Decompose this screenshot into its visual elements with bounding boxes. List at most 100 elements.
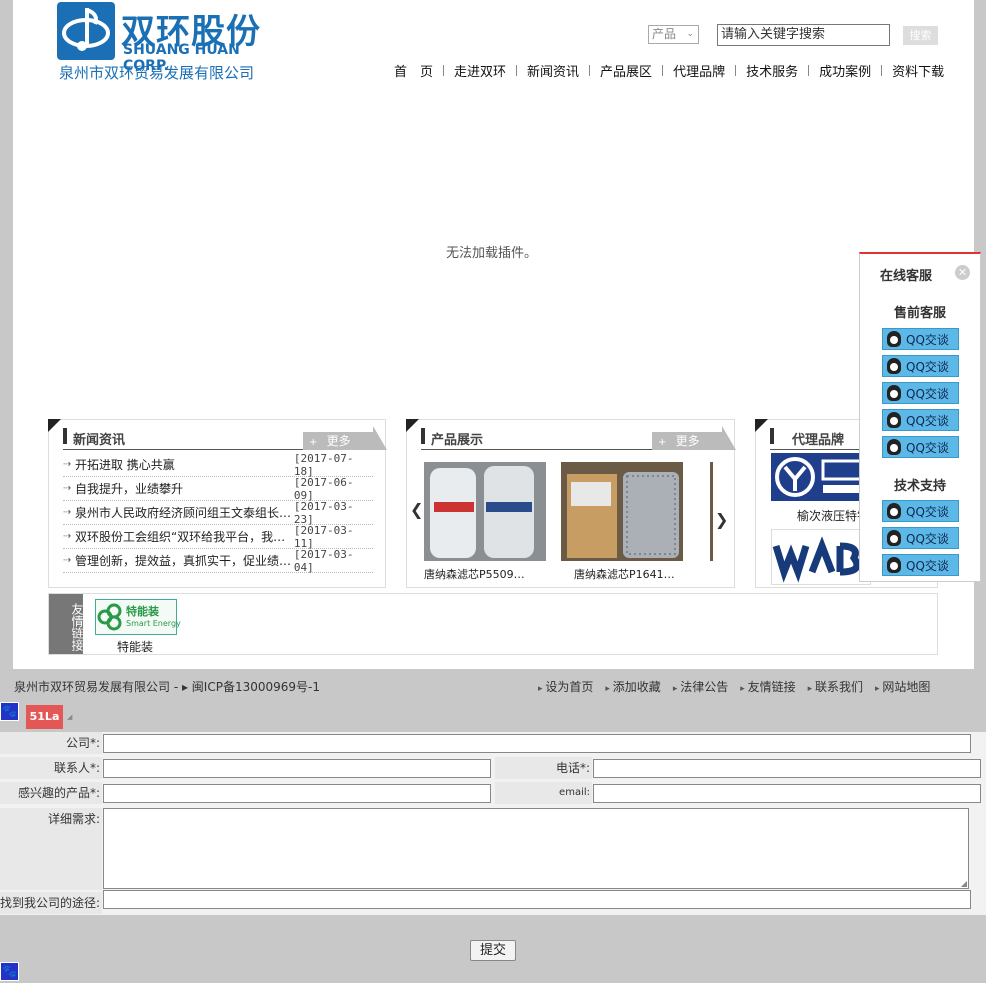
panel-corner-mark [48,419,61,432]
footer-link-friends[interactable]: 友情链接 [740,678,796,695]
arrow-icon: ⇢ [63,483,72,494]
carousel-prev-button[interactable]: ❮ [410,500,423,519]
qq-chat-label: QQ交谈 [906,359,949,374]
qq-chat-label: QQ交谈 [906,531,949,546]
news-date: [2017-03-23] [293,499,354,526]
qq-chat-button[interactable]: QQ交谈 [882,554,959,576]
list-item[interactable]: ⇢ 自我提升，业绩攀升 [2017-06-09] [63,475,373,502]
search-category-value: 产品 [652,27,677,41]
qq-chat-label: QQ交谈 [906,332,949,347]
footer-link-sitemap[interactable]: 网站地图 [875,678,930,695]
company-field[interactable] [103,734,971,753]
baidu-paw-icon[interactable]: 🐾 [0,962,19,981]
news-title[interactable]: 泉州市人民政府经济顾问组王文泰组长… [75,504,294,521]
news-title[interactable]: 开拓进取 携心共赢 [75,456,294,473]
tech-support-heading: 技术支持 [893,479,946,494]
source-label: 找到我公司的途径: [0,892,102,914]
search-category-select[interactable]: 产品 ⌄ [648,25,699,44]
footer-link-contact[interactable]: 联系我们 [808,678,863,695]
nav-item-home[interactable]: 首 页 [384,61,443,80]
carousel-next-button[interactable]: ❯ [715,510,728,529]
baidu-paw-icon[interactable]: 🐾 [0,702,19,721]
search-button[interactable]: 搜索 [903,26,938,45]
brand-logo-yuci[interactable] [771,453,871,501]
footer-link-bookmark[interactable]: 添加收藏 [605,678,661,695]
friend-link-name[interactable]: 特能装 [117,638,153,655]
friend-logo[interactable]: 特能装 Smart Energy [95,599,181,635]
nav-item-products[interactable]: 产品展区 [590,61,662,80]
email-label: email: [495,782,592,804]
email-field[interactable] [593,784,981,803]
list-item[interactable]: ⇢ 开拓进取 携心共赢 [2017-07-18] [63,452,373,478]
presale-heading: 售前客服 [893,306,946,321]
plugin-error-message: 无法加载插件。 [446,246,538,261]
list-item[interactable]: ⇢ 双环股份工会组织“双环给我平台，我… [2017-03-11] [63,523,373,550]
footer-link-legal[interactable]: 法律公告 [673,678,728,695]
company-logo[interactable]: 双环股份 SHUANG HUAN CORP. 泉州市双环贸易发展有限公司 [57,2,272,82]
qq-chat-button[interactable]: QQ交谈 [882,355,959,377]
inquiry-form: 公司*: 联系人*: 电话*: 感兴趣的产品*: email: 详细需求: ◢ … [0,732,986,915]
close-icon[interactable]: ✕ [955,265,970,280]
product-caption[interactable]: 唐纳森滤芯P5509… [424,566,525,582]
resize-handle-icon[interactable]: ◢ [961,879,967,888]
product-image[interactable] [561,462,683,561]
news-panel-title: 新闻资讯 [73,433,126,448]
arrow-icon: ⇢ [63,531,72,542]
qq-chat-button[interactable]: QQ交谈 [882,409,959,431]
qq-chat-button[interactable]: QQ交谈 [882,527,959,549]
source-field[interactable] [103,890,971,909]
product-caption[interactable]: 唐纳森滤芯P1641… [574,566,675,582]
qq-penguin-icon [887,412,901,428]
footer-copyright[interactable]: 泉州市双环贸易发展有限公司 - ▸ 闽ICP备13000969号-1 [14,678,320,695]
news-more-link[interactable]: + 更多 [303,426,387,450]
contact-field[interactable] [103,759,491,778]
phone-field[interactable] [593,759,981,778]
arrow-icon: ⇢ [63,507,72,518]
news-date: [2017-06-09] [293,475,354,502]
list-item[interactable]: ⇢ 泉州市人民政府经济顾问组王文泰组长… [2017-03-23] [63,499,373,526]
qq-penguin-icon [887,530,901,546]
footer-link-set-home[interactable]: 设为首页 [538,678,593,695]
qq-chat-button[interactable]: QQ交谈 [882,436,959,458]
nav-item-downloads[interactable]: 资料下载 [882,61,954,80]
footer-links: 设为首页 添加收藏 法律公告 友情链接 联系我们 网站地图 [538,678,942,695]
nav-item-brands[interactable]: 代理品牌 [663,61,735,80]
arrow-icon: ⇢ [63,555,72,566]
news-title[interactable]: 双环股份工会组织“双环给我平台，我… [75,528,294,545]
products-more-link[interactable]: + 更多 [652,426,736,450]
news-date: [2017-03-11] [293,523,354,550]
news-panel-header: 新闻资讯 + 更多 [63,422,387,450]
stats-badge[interactable]: 51La [26,705,63,729]
main-nav: 首 页 走进双环 新闻资讯 产品展区 代理品牌 技术服务 成功案例 资料下载 [384,61,954,80]
brand-logo-wabco[interactable] [771,529,871,585]
service-title: 在线客服 [880,269,933,284]
qq-penguin-icon [887,385,901,401]
nav-item-about[interactable]: 走进双环 [444,61,516,80]
qq-chat-button[interactable]: QQ交谈 [882,500,959,522]
nav-item-cases[interactable]: 成功案例 [809,61,881,80]
nav-item-tech-service[interactable]: 技术服务 [736,61,808,80]
title-bar-mark [770,428,774,444]
submit-button[interactable]: 提交 [470,940,516,961]
qq-chat-button[interactable]: QQ交谈 [882,328,959,350]
friend-links-tag: 友情链接 [49,594,84,654]
qq-chat-label: QQ交谈 [906,440,949,455]
more-label: 更多 [326,434,351,448]
logo-company-name: 泉州市双环贸易发展有限公司 [59,64,255,82]
product-field[interactable] [103,784,491,803]
product-image[interactable] [424,462,546,561]
news-date: [2017-03-04] [293,547,354,574]
badge-arrow-icon: ◢ [67,713,73,721]
news-title[interactable]: 自我提升，业绩攀升 [75,480,294,497]
qq-chat-label: QQ交谈 [906,504,949,519]
news-title[interactable]: 管理创新，提效益，真抓实干，促业绩… [75,552,294,569]
phone-label: 电话*: [495,757,592,779]
detail-textarea[interactable]: ◢ [103,808,969,889]
nav-item-news[interactable]: 新闻资讯 [517,61,589,80]
list-item[interactable]: ⇢ 管理创新，提效益，真抓实干，促业绩… [2017-03-04] [63,547,373,574]
search-input[interactable]: 请输入关键字搜索 [717,24,890,46]
panel-corner-mark [755,419,768,432]
logo-mark-icon [57,2,115,60]
qq-chat-button[interactable]: QQ交谈 [882,382,959,404]
panel-corner-mark [406,419,419,432]
